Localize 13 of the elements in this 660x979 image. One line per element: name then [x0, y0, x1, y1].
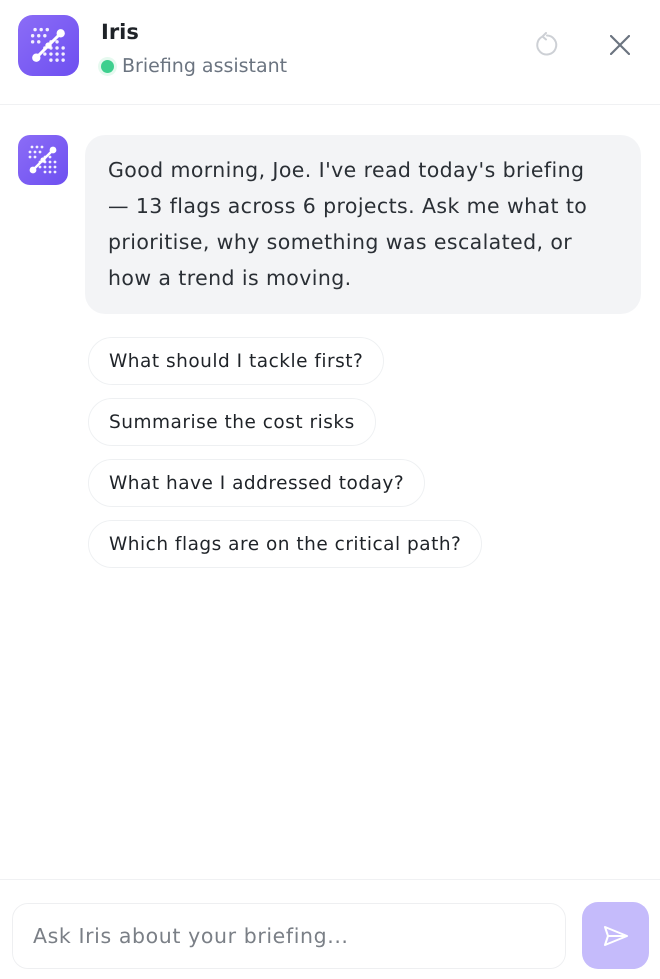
suggestion-chip[interactable]: Which flags are on the critical path? [88, 520, 482, 568]
suggestion-chip[interactable]: What should I tackle first? [88, 337, 384, 385]
send-icon [602, 924, 628, 946]
assistant-name: Iris [101, 19, 140, 46]
message-input-field[interactable]: Ask Iris about your briefing... [12, 902, 566, 968]
close-icon [610, 35, 630, 55]
suggestion-chip[interactable]: What have I addressed today? [88, 459, 426, 507]
refresh-icon [535, 32, 559, 58]
assistant-role: Briefing assistant [122, 54, 288, 79]
assistant-avatar-icon [18, 135, 68, 185]
assistant-message: Good morning, Joe. I've read today's briefing — 13 flags across 6 projects. Ask me what to prioritise, why something was escalated, or how a trend is moving. [85, 135, 641, 314]
assistant-logo-icon [18, 15, 79, 76]
suggestion-chip[interactable]: Summarise the cost risks [88, 398, 376, 446]
